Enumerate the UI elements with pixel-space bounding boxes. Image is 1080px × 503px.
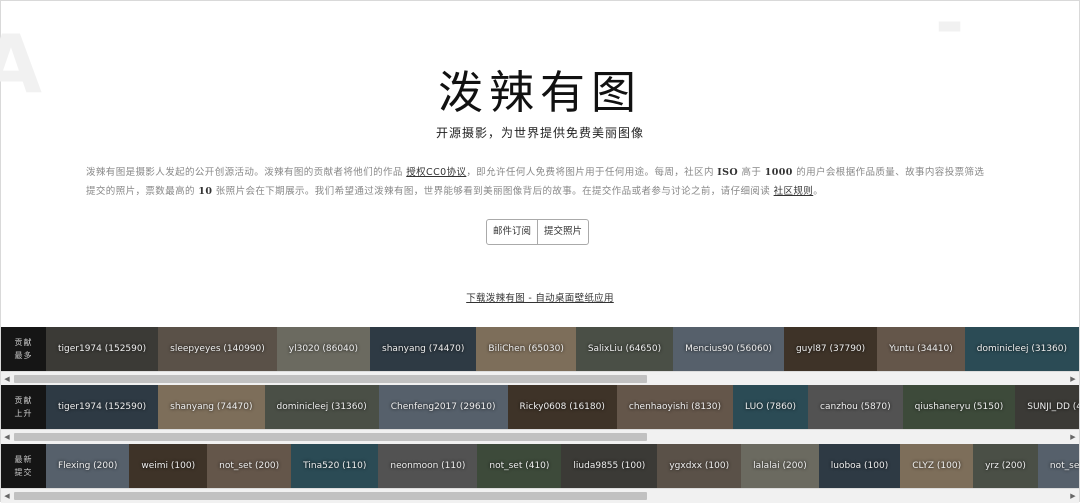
scrollbar-thumb[interactable] (14, 492, 647, 500)
action-buttons: 邮件订阅 提交照片 (486, 219, 590, 245)
contributor-item[interactable]: liuda9855 (100) (561, 444, 658, 488)
contributor-item[interactable]: not_set (410) (477, 444, 562, 488)
contributor-item[interactable]: chenhaoyishi (8130) (616, 385, 734, 429)
background-decoration: - (935, 0, 965, 64)
contributor-item[interactable]: lalalai (200) (741, 444, 819, 488)
scroll-right-arrow-icon[interactable]: ▶ (1067, 489, 1079, 503)
contributor-item[interactable]: BiliChen (65030) (476, 327, 576, 371)
scrollbar-thumb[interactable] (14, 433, 647, 441)
strip-label-line: 上升 (14, 409, 33, 418)
license-link[interactable]: 授权CC0协议 (406, 167, 466, 178)
scroll-left-arrow-icon[interactable]: ◀ (1, 489, 13, 503)
contributor-item[interactable]: Ricky0608 (16180) (507, 385, 617, 429)
contributor-item[interactable]: luoboa (100) (818, 444, 901, 488)
contributor-lane: 贡献 最多 tiger1974 (152590) sleepyeyes (140990… (1, 327, 1079, 371)
contributor-item[interactable]: tiger1974 (152590) (46, 385, 159, 429)
scroll-right-arrow-icon[interactable]: ▶ (1067, 430, 1079, 444)
contributor-item[interactable]: SalixLiu (64650) (575, 327, 674, 371)
contributor-item[interactable]: LUO (7860) (733, 385, 809, 429)
community-rules-link[interactable]: 社区规则 (774, 186, 814, 197)
contributor-item[interactable]: canzhou (5870) (808, 385, 903, 429)
intro-paragraph: 泼辣有图是摄影人发起的公开创源活动。泼辣有图的贡献者将他们的作品 授权CC0协议… (86, 167, 985, 197)
contributor-item[interactable]: sleepyeyes (140990) (158, 327, 277, 371)
strip-label: 贡献 最多 (1, 327, 46, 371)
scroll-right-arrow-icon[interactable]: ▶ (1067, 372, 1079, 386)
tagline: 开源摄影，为世界提供免费美丽图像 (435, 126, 644, 140)
contributor-item[interactable]: neonmoon (110) (378, 444, 478, 488)
contributor-item[interactable]: Mencius90 (56060) (673, 327, 784, 371)
contributor-item[interactable]: SUNJI_DD (4650) (1015, 385, 1079, 429)
contributor-item[interactable]: dominicleej (31360) (964, 327, 1079, 371)
contributor-item[interactable]: yrz (200) (973, 444, 1038, 488)
contributor-strip: 最新 提交 Flexing (200) weimi (100) not_set (200… (1, 444, 1079, 503)
download-app-link[interactable]: 下载泼辣有图 - 自动桌面壁纸应用 (0, 290, 1080, 304)
strip-label-line: 最新 (14, 455, 33, 464)
scrollbar-thumb[interactable] (14, 375, 647, 383)
contributor-item[interactable]: not_set (200) (207, 444, 292, 488)
strip-label-line: 提交 (14, 468, 33, 477)
contributor-strip: 贡献 最多 tiger1974 (152590) sleepyeyes (140990… (1, 327, 1079, 386)
contributor-item[interactable]: ygxdxx (100) (657, 444, 742, 488)
scroll-left-arrow-icon[interactable]: ◀ (1, 372, 13, 386)
strip-label: 最新 提交 (1, 444, 46, 488)
contributor-item[interactable]: Tina520 (110) (291, 444, 379, 488)
strip-label-line: 最多 (14, 351, 33, 360)
contributor-item[interactable]: not_set (130) (1037, 444, 1079, 488)
contributor-lane: 最新 提交 Flexing (200) weimi (100) not_set (200… (1, 444, 1079, 488)
subscribe-button[interactable]: 邮件订阅 (487, 220, 537, 244)
contributor-lane: 贡献 上升 tiger1974 (152590) shanyang (74470) do… (1, 385, 1079, 429)
contributor-item[interactable]: qiushaneryu (5150) (902, 385, 1016, 429)
horizontal-scrollbar[interactable]: ◀ ▶ (1, 429, 1079, 444)
contributor-item[interactable]: weimi (100) (129, 444, 208, 488)
contributor-item[interactable]: Chenfeng2017 (29610) (378, 385, 508, 429)
contributor-strip: 贡献 上升 tiger1974 (152590) shanyang (74470) do… (1, 385, 1079, 444)
contributor-item[interactable]: tiger1974 (152590) (46, 327, 159, 371)
contributor-item[interactable]: guyl87 (37790) (783, 327, 878, 371)
scroll-left-arrow-icon[interactable]: ◀ (1, 430, 13, 444)
horizontal-scrollbar[interactable]: ◀ ▶ (1, 371, 1079, 386)
contributor-item[interactable]: shanyang (74470) (158, 385, 265, 429)
site-title: 泼辣有图 (437, 66, 642, 119)
contributor-item[interactable]: Yuntu (34410) (877, 327, 965, 371)
strip-label: 贡献 上升 (1, 385, 46, 429)
contributor-item[interactable]: Flexing (200) (46, 444, 130, 488)
strip-label-line: 贡献 (14, 338, 33, 347)
horizontal-scrollbar[interactable]: ◀ ▶ (1, 488, 1079, 503)
contributor-item[interactable]: CLYZ (100) (900, 444, 974, 488)
submit-photo-button[interactable]: 提交照片 (537, 220, 588, 244)
contributor-item[interactable]: shanyang (74470) (370, 327, 477, 371)
contributor-item[interactable]: yl3020 (86040) (276, 327, 371, 371)
strip-label-line: 贡献 (14, 396, 33, 405)
contributor-item[interactable]: dominicleej (31360) (264, 385, 379, 429)
